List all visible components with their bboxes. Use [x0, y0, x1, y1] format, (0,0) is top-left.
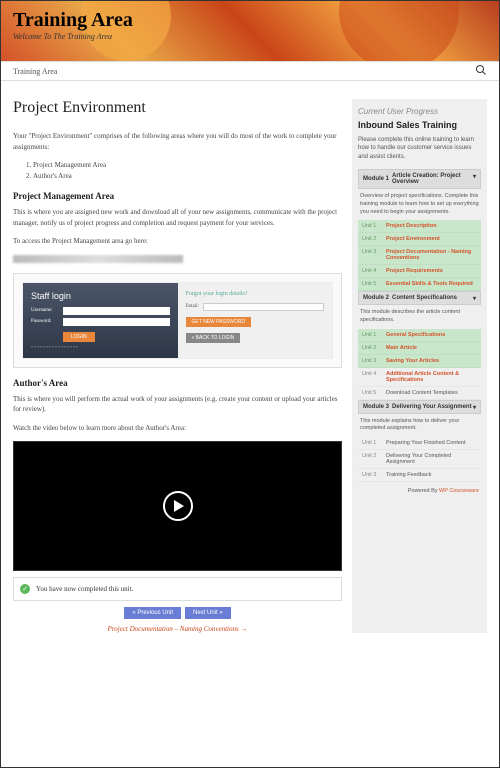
completion-text: You have now completed this unit.	[36, 585, 133, 593]
prev-unit-button[interactable]: « Previous Unit	[124, 607, 181, 619]
caret-icon: ▾	[473, 173, 476, 180]
sidebar-label: Current User Progress	[358, 107, 481, 116]
pma-heading: Project Management Area	[13, 191, 342, 201]
powered-link[interactable]: WP Courseware	[439, 488, 479, 494]
site-subtitle: Welcome To The Training Area	[13, 32, 487, 41]
unit-row[interactable]: Unit 4Project Requirements	[358, 265, 481, 278]
module-header[interactable]: Module 3Delivering Your Assignment▾	[358, 400, 481, 414]
site-header: Training Area Welcome To The Training Ar…	[1, 1, 499, 61]
module-desc: Overview of project specifications. Comp…	[358, 189, 481, 220]
caret-icon: ▾	[473, 404, 476, 411]
username-input[interactable]	[63, 307, 170, 315]
password-label: Password:	[31, 319, 59, 324]
unit-row[interactable]: Unit 2Main Article	[358, 342, 481, 355]
pma-link-redacted	[13, 255, 183, 263]
unit-row[interactable]: Unit 2Project Environment	[358, 233, 481, 246]
next-unit-link[interactable]: Project Documentation – Naming Conventio…	[13, 625, 342, 633]
unit-row[interactable]: Unit 1Project Description	[358, 220, 481, 233]
email-input[interactable]	[203, 303, 324, 311]
pma-access: To access the Project Management area go…	[13, 236, 342, 247]
unit-row[interactable]: Unit 3Training Feedback	[358, 469, 481, 482]
username-label: Username:	[31, 308, 59, 313]
site-title: Training Area	[13, 9, 487, 32]
module-header[interactable]: Module 1Article Creation: Project Overvi…	[358, 169, 481, 189]
unit-row[interactable]: Unit 3Project Documentation - Naming Con…	[358, 246, 481, 265]
unit-row[interactable]: Unit 2Delivering Your Completed Assignme…	[358, 450, 481, 469]
next-unit-button[interactable]: Next Unit »	[185, 607, 231, 619]
caret-icon: ▾	[473, 295, 476, 302]
area-list: Project Management Area Author's Area	[13, 160, 342, 181]
unit-row[interactable]: Unit 4Additional Article Content & Speci…	[358, 368, 481, 387]
video-player[interactable]	[13, 441, 342, 571]
module-header[interactable]: Module 2Content Specifications▾	[358, 291, 481, 305]
intro-text: Your "Project Environment" comprises of …	[13, 131, 342, 152]
forgot-link[interactable]: Forgot your login details?	[186, 291, 325, 297]
forgot-panel: Forgot your login details? Email: GET NE…	[178, 283, 333, 358]
unit-row[interactable]: Unit 1Preparing Your Finished Content	[358, 437, 481, 450]
main-content: Project Environment Your "Project Enviro…	[13, 99, 342, 633]
course-intro: Please complete this online training to …	[358, 136, 481, 161]
authors-watch: Watch the video below to learn more abou…	[13, 423, 342, 434]
navbar-link[interactable]: Training Area	[13, 67, 57, 76]
completion-notice: ✓ You have now completed this unit.	[13, 577, 342, 601]
staff-note: * * * * * * * * * * * * * * * *	[31, 345, 170, 350]
sidebar: Current User Progress Inbound Sales Trai…	[352, 99, 487, 633]
staff-login-panel: Staff login Username: Password: LOGIN * …	[23, 283, 178, 358]
module-desc: This module explains how to deliver your…	[358, 414, 481, 437]
play-icon[interactable]	[163, 491, 193, 521]
unit-row[interactable]: Unit 5Download Content Templates	[358, 387, 481, 400]
login-button[interactable]: LOGIN	[63, 332, 95, 342]
powered-by: Powered By WP Courseware	[358, 482, 481, 494]
unit-row[interactable]: Unit 3Saving Your Articles	[358, 355, 481, 368]
search-icon[interactable]	[475, 64, 487, 78]
unit-row[interactable]: Unit 5Essential Skills & Tools Required	[358, 278, 481, 291]
password-input[interactable]	[63, 318, 170, 326]
get-password-button[interactable]: GET NEW PASSWORD	[186, 317, 251, 327]
check-icon: ✓	[20, 584, 30, 594]
email-label: Email:	[186, 304, 199, 309]
course-title: Inbound Sales Training	[358, 120, 481, 130]
staff-login-title: Staff login	[31, 291, 170, 301]
module-desc: This module describes the article conten…	[358, 305, 481, 328]
pma-text: This is where you are assigned new work …	[13, 207, 342, 228]
authors-text: This is where you will perform the actua…	[13, 394, 342, 415]
unit-row[interactable]: Unit 1General Specifications	[358, 329, 481, 342]
staff-login-box: Staff login Username: Password: LOGIN * …	[13, 273, 342, 368]
back-button[interactable]: « BACK TO LOGIN	[186, 333, 241, 343]
page-title: Project Environment	[13, 99, 342, 117]
navbar: Training Area	[1, 61, 499, 81]
authors-heading: Author's Area	[13, 378, 342, 388]
